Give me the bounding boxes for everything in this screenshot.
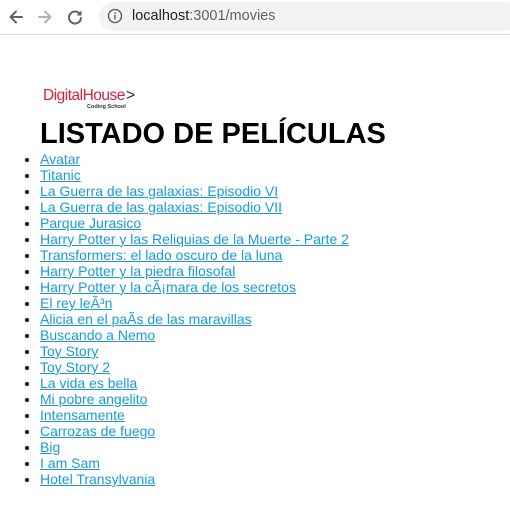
list-item: La Guerra de las galaxias: Episodio VII bbox=[40, 199, 349, 215]
movie-link[interactable]: I am Sam bbox=[40, 455, 100, 471]
reload-icon[interactable] bbox=[63, 5, 87, 29]
movie-link[interactable]: Hotel Transylvania bbox=[40, 471, 155, 487]
movie-link[interactable]: Harry Potter y las Reliquias de la Muert… bbox=[40, 231, 349, 247]
browser-toolbar: localhost:3001/movies bbox=[0, 0, 510, 35]
logo-tagline: Coding School bbox=[87, 104, 126, 110]
list-item: Buscando a Nemo bbox=[40, 327, 349, 343]
movie-link[interactable]: Carrozas de fuego bbox=[40, 423, 155, 439]
movie-link[interactable]: La Guerra de las galaxias: Episodio VII bbox=[40, 199, 282, 215]
list-item: Harry Potter y la cÃ¡mara de los secreto… bbox=[40, 279, 349, 295]
list-item: Alicia en el paÃ­s de las maravillas bbox=[40, 311, 349, 327]
url-text[interactable]: localhost:3001/movies bbox=[132, 8, 275, 25]
logo-arrow: > bbox=[125, 87, 135, 104]
page-title: LISTADO DE PELÍCULAS bbox=[40, 118, 386, 150]
movie-link[interactable]: Transformers: el lado oscuro de la luna bbox=[40, 247, 282, 263]
movie-link[interactable]: Toy Story bbox=[40, 343, 98, 359]
movie-link[interactable]: Parque Jurasico bbox=[40, 215, 141, 231]
list-item: Mi pobre angelito bbox=[40, 391, 349, 407]
info-icon[interactable] bbox=[107, 8, 123, 24]
logo-brand: DigitalHouse bbox=[43, 87, 125, 104]
list-item: Hotel Transylvania bbox=[40, 471, 349, 487]
movie-link[interactable]: Buscando a Nemo bbox=[40, 327, 155, 343]
movie-list: AvatarTitanicLa Guerra de las galaxias: … bbox=[0, 151, 349, 487]
list-item: Avatar bbox=[40, 151, 349, 167]
list-item: I am Sam bbox=[40, 455, 349, 471]
list-item: Toy Story 2 bbox=[40, 359, 349, 375]
list-item: La Guerra de las galaxias: Episodio VI bbox=[40, 183, 349, 199]
list-item: Carrozas de fuego bbox=[40, 423, 349, 439]
movie-link[interactable]: Big bbox=[40, 439, 60, 455]
movie-link[interactable]: El rey leÃ³n bbox=[40, 295, 112, 311]
address-bar[interactable]: localhost:3001/movies bbox=[99, 2, 510, 31]
list-item: Parque Jurasico bbox=[40, 215, 349, 231]
list-item: Big bbox=[40, 439, 349, 455]
list-item: Harry Potter y la piedra filosofal bbox=[40, 263, 349, 279]
movie-link[interactable]: Mi pobre angelito bbox=[40, 391, 147, 407]
list-item: La vida es bella bbox=[40, 375, 349, 391]
list-item: Harry Potter y las Reliquias de la Muert… bbox=[40, 231, 349, 247]
movie-link[interactable]: Intensamente bbox=[40, 407, 125, 423]
movie-link[interactable]: Titanic bbox=[40, 167, 81, 183]
movie-link[interactable]: Alicia en el paÃ­s de las maravillas bbox=[40, 311, 252, 327]
movie-link[interactable]: La Guerra de las galaxias: Episodio VI bbox=[40, 183, 278, 199]
url-path: :3001/movies bbox=[189, 8, 276, 24]
list-item: Intensamente bbox=[40, 407, 349, 423]
list-item: El rey leÃ³n bbox=[40, 295, 349, 311]
list-item: Titanic bbox=[40, 167, 349, 183]
list-item: Transformers: el lado oscuro de la luna bbox=[40, 247, 349, 263]
movie-link[interactable]: La vida es bella bbox=[40, 375, 137, 391]
list-item: Toy Story bbox=[40, 343, 349, 359]
url-host: localhost bbox=[132, 8, 190, 24]
movie-link[interactable]: Avatar bbox=[40, 151, 80, 167]
back-arrow-icon[interactable] bbox=[4, 5, 28, 29]
forward-arrow-icon[interactable] bbox=[33, 5, 57, 29]
digital-house-logo: DigitalHouse> Coding School bbox=[43, 87, 135, 115]
movie-link[interactable]: Harry Potter y la piedra filosofal bbox=[40, 263, 235, 279]
movie-link[interactable]: Harry Potter y la cÃ¡mara de los secreto… bbox=[40, 279, 296, 295]
movie-link[interactable]: Toy Story 2 bbox=[40, 359, 110, 375]
